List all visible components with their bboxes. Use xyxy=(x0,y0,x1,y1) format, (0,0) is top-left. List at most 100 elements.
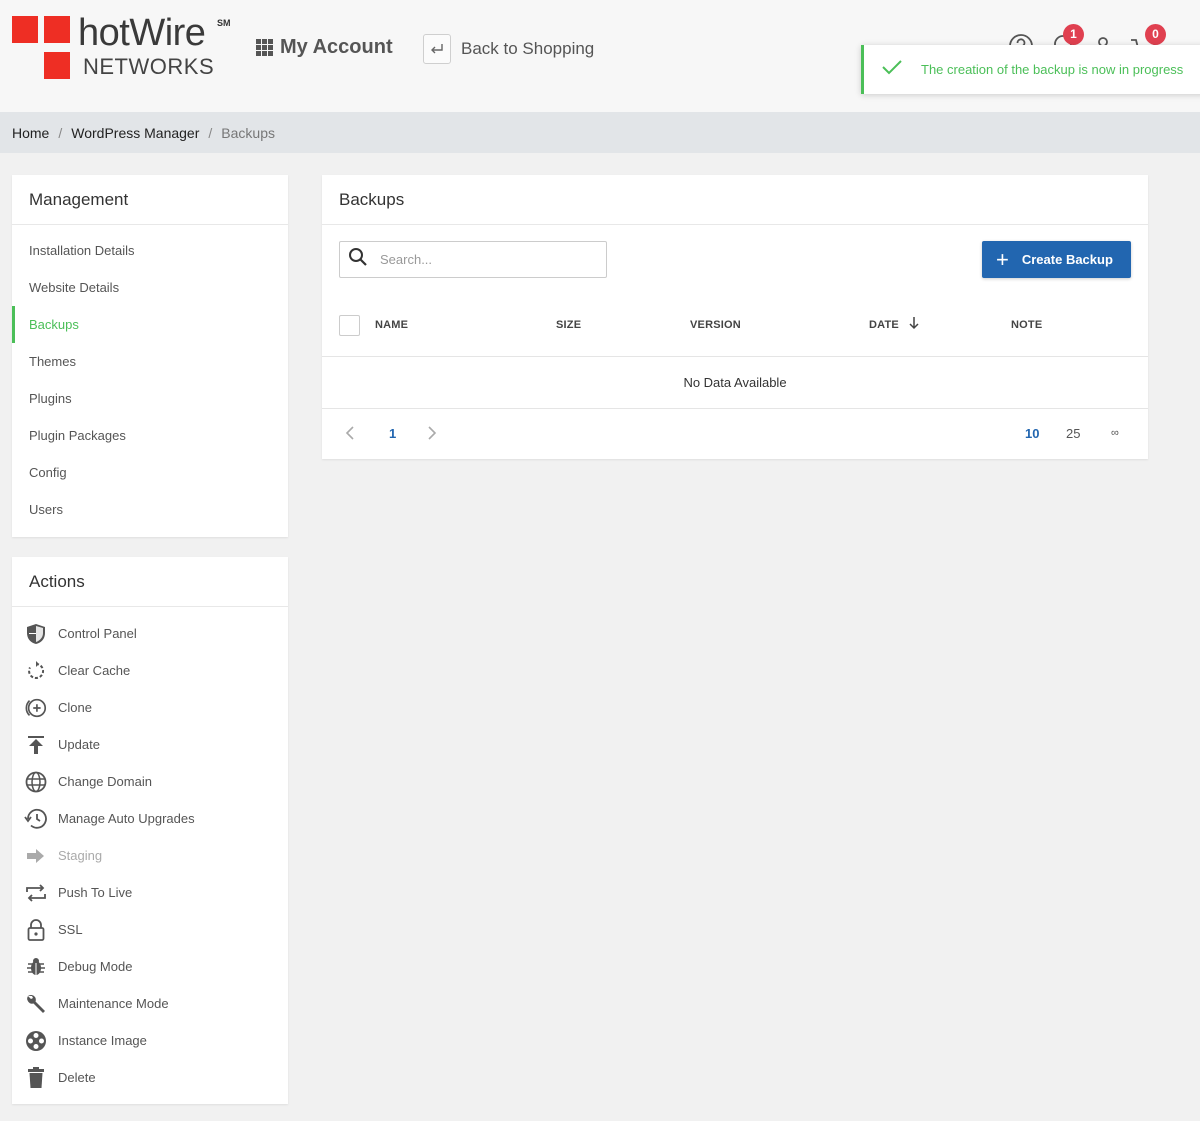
column-header-size[interactable]: SIZE xyxy=(556,319,581,331)
actions-panel: Actions Control Panel Clear Cache Clone … xyxy=(12,557,288,1104)
menu-item-users[interactable]: Users xyxy=(12,491,288,528)
action-clear-cache[interactable]: Clear Cache xyxy=(12,652,288,689)
refresh-icon xyxy=(24,659,48,683)
globe-icon xyxy=(24,770,48,794)
toast-message: The creation of the backup is now in pro… xyxy=(921,62,1184,77)
search-icon xyxy=(348,247,368,272)
create-backup-button[interactable]: + Create Backup xyxy=(982,241,1131,278)
clone-icon xyxy=(24,696,48,720)
lock-icon xyxy=(24,918,48,942)
action-label: Delete xyxy=(58,1070,96,1085)
repeat-icon xyxy=(24,881,48,905)
action-label: SSL xyxy=(58,922,83,937)
action-label: Clone xyxy=(58,700,92,715)
action-manage-auto-upgrades[interactable]: Manage Auto Upgrades xyxy=(12,800,288,837)
next-page-chevron-icon[interactable] xyxy=(427,426,437,443)
plus-icon: + xyxy=(996,246,1009,272)
breadcrumb-home[interactable]: Home xyxy=(12,125,49,141)
menu-item-website-details[interactable]: Website Details xyxy=(12,269,288,306)
action-delete[interactable]: Delete xyxy=(12,1059,288,1096)
column-header-name[interactable]: NAME xyxy=(375,319,408,331)
empty-state-text: No Data Available xyxy=(322,357,1148,409)
action-label: Update xyxy=(58,737,100,752)
menu-item-plugins[interactable]: Plugins xyxy=(12,380,288,417)
column-header-note[interactable]: NOTE xyxy=(1011,319,1042,331)
action-clone[interactable]: Clone xyxy=(12,689,288,726)
sort-desc-icon[interactable] xyxy=(909,316,919,333)
action-maintenance-mode[interactable]: Maintenance Mode xyxy=(12,985,288,1022)
breadcrumb-separator: / xyxy=(58,124,63,141)
film-icon xyxy=(24,1029,48,1053)
trash-icon xyxy=(24,1066,48,1090)
breadcrumb: Home / WordPress Manager / Backups xyxy=(0,112,1200,153)
site-header: hotWire SM NETWORKS My Account Back to S… xyxy=(0,0,1200,112)
select-all-checkbox[interactable] xyxy=(339,315,360,336)
management-panel: Management Installation Details Website … xyxy=(12,175,288,537)
arrow-right-icon xyxy=(24,844,48,868)
shield-icon xyxy=(24,622,48,646)
back-to-shopping-label: Back to Shopping xyxy=(461,39,595,58)
wrench-icon xyxy=(24,992,48,1016)
upload-icon xyxy=(24,733,48,757)
page-size-option[interactable]: 10 xyxy=(1025,426,1039,441)
return-arrow-icon xyxy=(423,34,451,64)
menu-item-config[interactable]: Config xyxy=(12,454,288,491)
menu-item-backups[interactable]: Backups xyxy=(12,306,288,343)
action-label: Clear Cache xyxy=(58,663,131,678)
prev-page-chevron-icon[interactable] xyxy=(345,426,355,443)
logo-square xyxy=(12,16,38,43)
column-header-version[interactable]: VERSION xyxy=(690,319,741,331)
backups-title: Backups xyxy=(322,175,1148,225)
check-icon xyxy=(881,59,903,80)
action-instance-image[interactable]: Instance Image xyxy=(12,1022,288,1059)
logo-brand-text: hotWire xyxy=(78,12,206,54)
apps-grid-icon xyxy=(256,39,273,56)
column-header-date[interactable]: DATE xyxy=(869,319,899,331)
backups-panel: Backups + Create Backup NAME SIZE VERSIO… xyxy=(322,175,1148,459)
action-label: Debug Mode xyxy=(58,959,133,974)
search-box[interactable] xyxy=(339,241,607,278)
action-change-domain[interactable]: Change Domain xyxy=(12,763,288,800)
page-size-option-all[interactable]: ∞ xyxy=(1111,427,1119,439)
back-to-shopping-link[interactable]: Back to Shopping xyxy=(423,34,594,64)
action-label: Control Panel xyxy=(58,626,137,641)
search-input[interactable] xyxy=(380,252,580,267)
notifications-badge: 1 xyxy=(1063,24,1084,45)
pagination: 1 10 25 ∞ xyxy=(322,409,1148,459)
create-backup-label: Create Backup xyxy=(1021,252,1113,267)
backup-progress-toast: The creation of the backup is now in pro… xyxy=(861,45,1200,94)
menu-item-installation-details[interactable]: Installation Details xyxy=(12,232,288,269)
table-header: NAME SIZE VERSION DATE NOTE xyxy=(322,295,1148,357)
cart-badge: 0 xyxy=(1145,24,1166,45)
breadcrumb-wordpress-manager[interactable]: WordPress Manager xyxy=(71,125,199,141)
action-control-panel[interactable]: Control Panel xyxy=(12,615,288,652)
management-menu: Installation Details Website Details Bac… xyxy=(12,225,288,528)
action-staging: Staging xyxy=(12,837,288,874)
action-label: Manage Auto Upgrades xyxy=(58,811,195,826)
action-label: Push To Live xyxy=(58,885,133,900)
logo-square xyxy=(44,16,70,43)
action-label: Instance Image xyxy=(58,1033,147,1048)
logo-networks-text: NETWORKS xyxy=(83,54,215,79)
menu-item-themes[interactable]: Themes xyxy=(12,343,288,380)
hotwire-logo[interactable]: hotWire SM NETWORKS xyxy=(12,12,242,82)
logo-square xyxy=(44,52,70,79)
bug-icon xyxy=(24,955,48,979)
action-push-to-live[interactable]: Push To Live xyxy=(12,874,288,911)
breadcrumb-current: Backups xyxy=(221,124,275,141)
action-debug-mode[interactable]: Debug Mode xyxy=(12,948,288,985)
page-number[interactable]: 1 xyxy=(389,426,396,441)
history-icon xyxy=(24,807,48,831)
actions-menu: Control Panel Clear Cache Clone Update C… xyxy=(12,607,288,1096)
my-account-link[interactable]: My Account xyxy=(256,36,393,59)
my-account-label: My Account xyxy=(280,36,393,58)
logo-servicemark: SM xyxy=(217,18,231,28)
breadcrumb-separator: / xyxy=(208,124,213,141)
actions-title: Actions xyxy=(12,557,288,607)
management-title: Management xyxy=(12,175,288,225)
action-update[interactable]: Update xyxy=(12,726,288,763)
action-ssl[interactable]: SSL xyxy=(12,911,288,948)
menu-item-plugin-packages[interactable]: Plugin Packages xyxy=(12,417,288,454)
page-size-option[interactable]: 25 xyxy=(1066,426,1080,441)
action-label: Staging xyxy=(58,848,103,863)
